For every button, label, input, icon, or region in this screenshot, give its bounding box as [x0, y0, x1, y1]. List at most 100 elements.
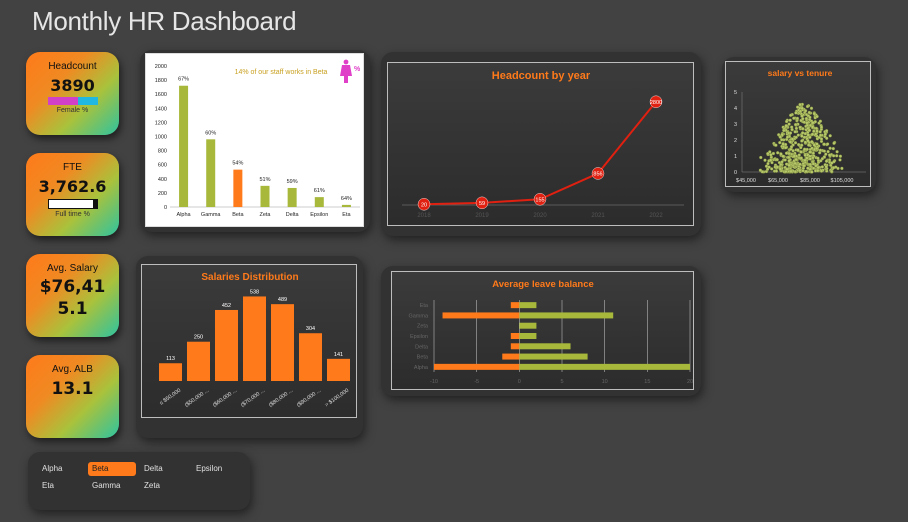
- scatter-point: [802, 164, 806, 168]
- x-tick-label: 2020: [533, 213, 547, 219]
- scatter-point: [807, 143, 811, 147]
- chart-title: Average leave balance: [492, 279, 594, 290]
- chart-title: Headcount by year: [492, 70, 591, 82]
- headcount-card[interactable]: Headcount 3890 Female %: [26, 52, 119, 135]
- scatter-point: [790, 127, 794, 132]
- page-title: Monthly HR Dashboard: [32, 6, 297, 36]
- headcount-year-area[interactable]: Headcount by year 2018 20 2019 59 2020 155 2021…: [387, 62, 694, 226]
- headcount-year-panel: Headcount by year 2018 20 2019 59 2020 155 2021…: [381, 52, 701, 236]
- leave-panel: Average leave balance -10 -5 0 5 10 15 20 Eta Gam…: [381, 266, 701, 396]
- scatter-point: [807, 110, 811, 115]
- fte-card[interactable]: FTE 3,762.6 Full time %: [26, 153, 119, 236]
- female-person-icon: [340, 59, 352, 83]
- scatter-point: [798, 102, 802, 107]
- negative-bar: [434, 363, 520, 370]
- scatter-point: [828, 134, 832, 138]
- scatter-point: [814, 132, 818, 136]
- scatter-point: [831, 166, 836, 170]
- avg-salary-label: Avg. Salary: [47, 263, 98, 274]
- scatter-point: [787, 155, 791, 160]
- scatter-point: [803, 109, 808, 113]
- positive-bar: [519, 363, 690, 370]
- y-tick-label: 200: [158, 191, 167, 197]
- data-label: 54%: [232, 161, 243, 167]
- scatter-point: [793, 130, 797, 134]
- scatter-point: [796, 142, 801, 147]
- scatter-point: [812, 112, 816, 116]
- histogram-bar: [299, 333, 322, 381]
- histogram-bar: [215, 309, 238, 381]
- salary-dist-area[interactable]: Salaries Distribution 113 ≤ $50,000 250 ($50…: [141, 264, 357, 418]
- staff-chart-area[interactable]: 0 200 400 600 800 1000 1200 1400 1600 1800 2000 67%…: [145, 53, 364, 227]
- scatter-point: [782, 128, 786, 133]
- x-tick-label: $85,000: [800, 178, 820, 184]
- scatter-point: [799, 150, 803, 154]
- scatter-point: [794, 157, 798, 162]
- scatter-point: [814, 126, 819, 131]
- y-tick-label: 600: [158, 163, 167, 169]
- bar-alpha: [179, 85, 189, 207]
- positive-bar: [519, 343, 571, 350]
- headcount-label: Headcount: [48, 61, 97, 72]
- scatter-point: [787, 163, 791, 167]
- scatter-point: [808, 157, 812, 161]
- scatter-point: [825, 136, 829, 140]
- x-tick-label: 10: [602, 379, 608, 385]
- scatter-point: [829, 169, 834, 174]
- fulltime-share-fill: [48, 200, 93, 208]
- scatter-point: [793, 141, 798, 145]
- y-tick-label: 0: [164, 205, 167, 211]
- data-label: 51%: [259, 177, 270, 183]
- scatter-point: [779, 152, 783, 156]
- category-label: ≤ $50,000: [159, 388, 182, 407]
- headcount-by-year-chart: Headcount by year 2018 20 2019 59 2020 155 2021…: [402, 70, 684, 219]
- category-label: Alpha: [177, 212, 192, 218]
- leave-area[interactable]: Average leave balance -10 -5 0 5 10 15 20 Eta Gam…: [391, 271, 694, 390]
- scatter-point: [784, 119, 789, 124]
- headcount-value: 3890: [50, 76, 95, 95]
- scatter-point: [784, 151, 789, 155]
- x-tick-label: 15: [644, 379, 650, 385]
- scatter-point: [794, 126, 799, 131]
- slicer-item-eta[interactable]: Eta: [38, 479, 86, 493]
- x-tick-label: 5: [560, 379, 563, 385]
- scatter-point: [826, 149, 830, 154]
- scatter-point: [818, 133, 823, 137]
- avg-alb-card[interactable]: Avg. ALB 13.1: [26, 355, 119, 438]
- histogram-bar: [271, 304, 294, 381]
- scatter-point: [798, 168, 802, 173]
- slicer-item-gamma[interactable]: Gamma: [88, 479, 136, 493]
- category-label: Gamma: [201, 212, 222, 218]
- slicer-item-zeta[interactable]: Zeta: [140, 479, 188, 493]
- slicer-item-delta[interactable]: Delta: [140, 462, 188, 476]
- scatter-point: [808, 154, 812, 158]
- salary-tenure-area[interactable]: salary vs tenure 0 1 2 3 4 5 $45,000 $65,000 $85,…: [725, 61, 871, 187]
- scatter-point: [824, 129, 829, 133]
- y-tick-label: 4: [734, 106, 737, 112]
- scatter-point: [818, 119, 823, 123]
- slicer-item-alpha[interactable]: Alpha: [38, 462, 86, 476]
- bar-zeta: [260, 185, 270, 207]
- slicer-item-epsilon[interactable]: Epsilon: [192, 462, 240, 476]
- scatter-point: [832, 141, 836, 145]
- slicer-item-beta[interactable]: Beta: [88, 462, 136, 476]
- data-label: 2800: [650, 100, 662, 106]
- scatter-point: [801, 117, 805, 121]
- scatter-point: [840, 166, 844, 171]
- staff-chart-panel: 0 200 400 600 800 1000 1200 1400 1600 1800 2000 67%…: [140, 50, 370, 232]
- scatter-point: [784, 146, 788, 150]
- negative-bar: [442, 312, 520, 319]
- scatter-point: [765, 167, 770, 171]
- avg-salary-card[interactable]: Avg. Salary $76,41 5.1: [26, 254, 119, 337]
- scatter-point: [795, 116, 800, 121]
- scatter-point: [788, 131, 793, 135]
- category-label: Beta: [232, 212, 244, 218]
- scatter-point: [808, 115, 812, 120]
- positive-bar: [519, 312, 614, 319]
- scatter-point: [824, 165, 828, 169]
- category-label: ($80,000 ...: [268, 387, 295, 408]
- scatter-point: [785, 167, 789, 171]
- scatter-point: [793, 161, 797, 166]
- scatter-point: [807, 128, 811, 132]
- scatter-point: [816, 158, 821, 163]
